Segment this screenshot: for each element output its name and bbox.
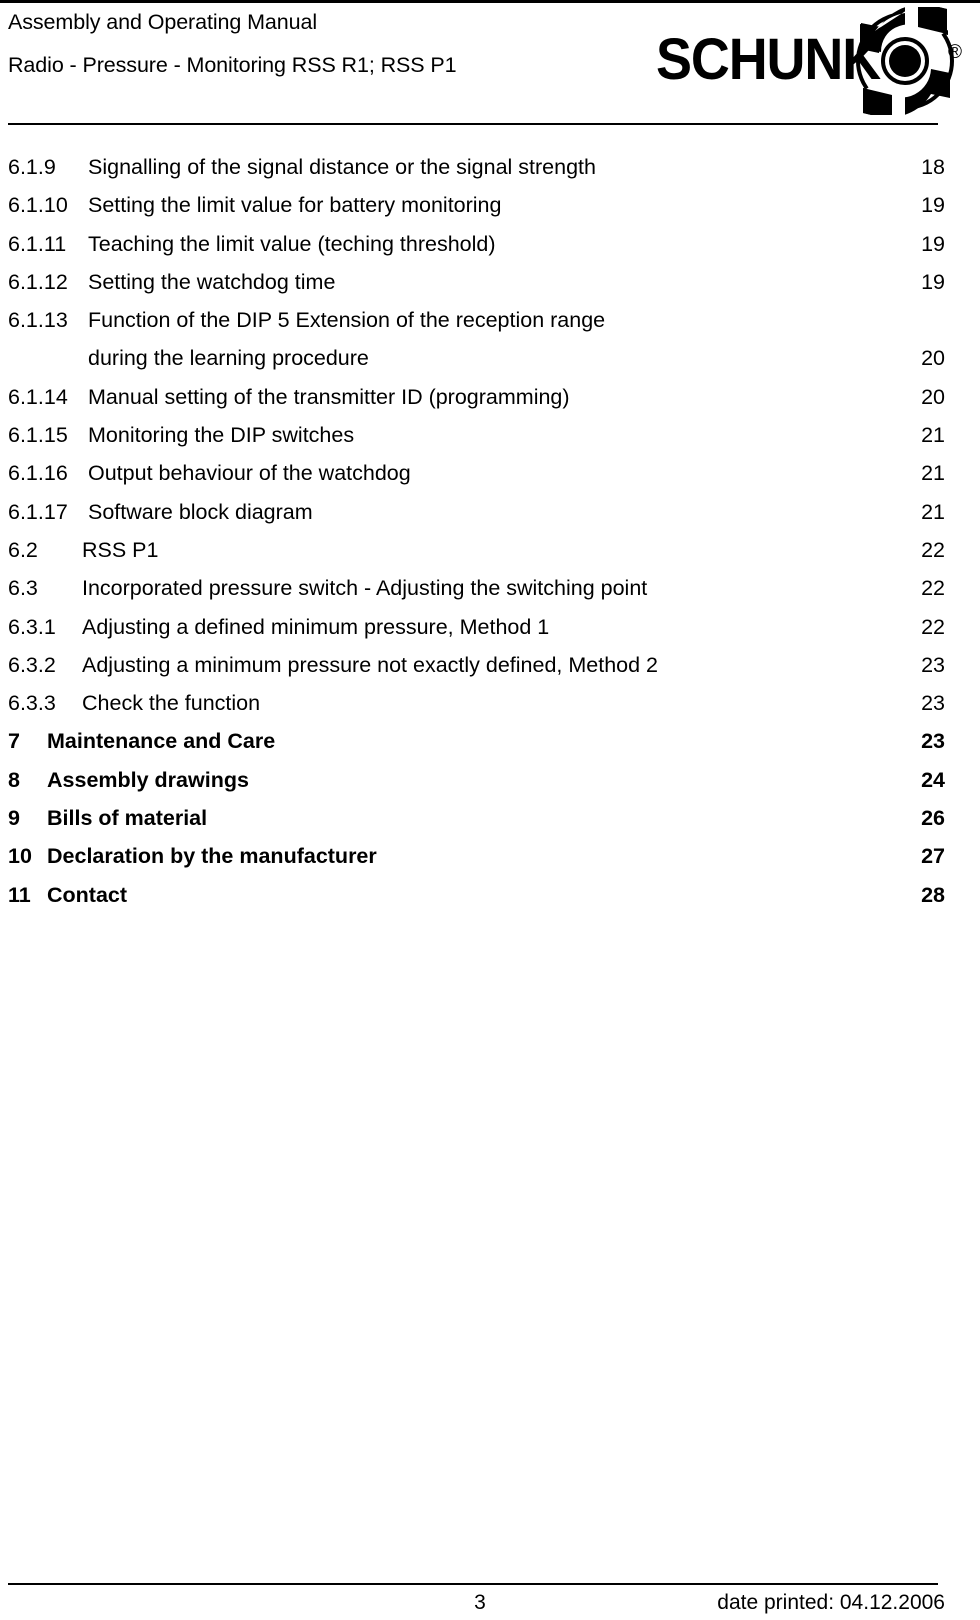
page-footer: 3 date printed: 04.12.2006 [0,1589,980,1619]
toc-entry-page-number: 28 [921,882,945,907]
footer-divider-rule [8,1583,938,1585]
toc-entry-number: 6.1.9 [8,155,56,179]
toc-entry-title: during the learning procedure [88,346,369,371]
toc-entry-page-number: 24 [921,767,945,792]
toc-entry-page-number: 19 [921,269,945,294]
registered-trademark-icon: ® [948,42,962,63]
toc-entry-title: Teaching the limit value (teching thresh… [88,231,496,256]
schunk-logo: SCHUNK ® [650,5,980,117]
toc-entry-title: RSS P1 [82,537,159,562]
toc-entry-page-number: 20 [921,346,945,371]
toc-entry-number: 7 [8,729,20,754]
toc-entry[interactable]: 11 Contact 28 [0,876,980,914]
toc-entry-number: 6.1.12 [8,269,68,294]
toc-entry-number: 11 [8,882,31,907]
toc-entry-number: 6.1.10 [8,193,68,218]
toc-entry-number: 6.1.13 [8,308,68,333]
toc-entry[interactable]: 10 Declaration by the manufacturer 27 [0,837,980,875]
toc-entry-number: 10 [8,844,32,869]
toc-entry-title: Setting the watchdog time [88,269,336,294]
toc-entry[interactable]: 6.1.9 Signalling of the signal distance o… [0,148,980,186]
toc-entry-page-number: 26 [921,806,945,831]
table-of-contents: 6.1.9 Signalling of the signal distance o… [0,148,980,914]
toc-entry-title: Adjusting a defined minimum pressure, Me… [82,614,550,639]
toc-entry-title: Bills of material [47,806,208,831]
toc-entry-page-number: 18 [921,155,945,179]
schunk-chuck-icon [856,7,954,115]
document-type-title: Assembly and Operating Manual [8,10,318,34]
toc-entry[interactable]: 6.3.3 Check the function 23 [0,684,980,722]
toc-entry[interactable]: 6.1.14 Manual setting of the transmitter … [0,378,980,416]
toc-entry-page-number: 22 [921,576,945,601]
toc-entry-page-number: 21 [921,461,945,486]
toc-entry-number: 8 [8,767,20,792]
toc-entry-title: Setting the limit value for battery moni… [88,193,502,218]
toc-entry-title: Adjusting a minimum pressure not exactly… [82,652,659,677]
product-title: Radio - Pressure - Monitoring RSS R1; RS… [8,53,457,77]
toc-entry-title: Output behaviour of the watchdog [88,461,411,486]
toc-entry-page-number: 23 [921,652,945,677]
toc-entry-page-number: 20 [921,384,945,409]
toc-entry-title: Check the function [82,691,261,716]
toc-entry-title: Incorporated pressure switch - Adjusting… [82,576,648,601]
toc-entry-page-number: 19 [921,231,945,256]
toc-entry-page-number: 19 [921,193,945,218]
toc-entry-number: 6.3.2 [8,652,56,677]
toc-entry-number: 6.1.14 [8,384,68,409]
toc-entry[interactable]: 6.1.17 Software block diagram 21 [0,493,980,531]
toc-entry-page-number: 23 [921,729,945,754]
header-divider-rule [8,123,938,125]
toc-entry-page-number: 21 [921,499,945,524]
toc-entry-number: 6.3.1 [8,614,56,639]
toc-entry[interactable]: 6.3 Incorporated pressure switch - Adjust… [0,569,980,607]
toc-entry-title: Manual setting of the transmitter ID (pr… [88,384,570,409]
toc-entry[interactable]: 6.3.2 Adjusting a minimum pressure not ex… [0,646,980,684]
toc-entry-number: 6.1.17 [8,499,68,524]
toc-entry[interactable]: 6.1.15 Monitoring the DIP switches 21 [0,416,980,454]
toc-entry-page-number: 27 [921,844,945,869]
toc-entry-title: Function of the DIP 5 Extension of the r… [88,308,606,333]
toc-entry-number: 6.3.3 [8,691,56,716]
toc-entry[interactable]: 7 Maintenance and Care 23 [0,722,980,760]
toc-entry[interactable]: 6.2 RSS P1 22 [0,531,980,569]
toc-entry-page-number: 21 [921,423,945,448]
footer-print-date: date printed: 04.12.2006 [717,1591,945,1614]
toc-entry-title: Monitoring the DIP switches [88,423,355,448]
toc-entry[interactable]: 6.1.12 Setting the watchdog time 19 [0,263,980,301]
toc-entry-number: 9 [8,806,20,831]
toc-entry-title: Declaration by the manufacturer [47,844,377,869]
toc-entry-page-number: 23 [921,691,945,716]
toc-entry-title: Contact [47,882,128,907]
page-header: Assembly and Operating Manual Radio - Pr… [0,3,980,125]
toc-entry[interactable]: 8 Assembly drawings 24 [0,761,980,799]
toc-entry-title: Assembly drawings [47,767,249,792]
toc-entry-number: 6.1.11 [8,231,67,256]
schunk-wordmark: SCHUNK [656,27,881,92]
toc-entry[interactable]: 6.1.11 Teaching the limit value (teching … [0,225,980,263]
toc-entry[interactable]: 6.1.10 Setting the limit value for batter… [0,186,980,224]
toc-entry-title: Software block diagram [88,499,313,524]
toc-entry-title: Signalling of the signal distance or the… [88,155,596,179]
toc-entry[interactable]: 6.1.16 Output behaviour of the watchdog 21 [0,454,980,492]
toc-entry[interactable]: 6.1.13 Function of the DIP 5 Extension of… [0,301,980,339]
toc-entry-number: 6.1.15 [8,423,68,448]
document-page: Assembly and Operating Manual Radio - Pr… [0,0,980,1620]
toc-entry-page-number: 22 [921,614,945,639]
toc-entry-number: 6.2 [8,537,38,562]
toc-entry-number: 6.3 [8,576,38,601]
toc-entry-title: Maintenance and Care [47,729,276,754]
toc-entry-page-number: 22 [921,537,945,562]
header-title-block: Assembly and Operating Manual Radio - Pr… [8,7,628,80]
toc-entry[interactable]: 6.3.1 Adjusting a defined minimum pressur… [0,608,980,646]
toc-entry-number: 6.1.16 [8,461,68,486]
toc-entry[interactable]: 9 Bills of material 26 [0,799,980,837]
toc-entry[interactable]: during the learning procedure 20 [0,339,980,377]
